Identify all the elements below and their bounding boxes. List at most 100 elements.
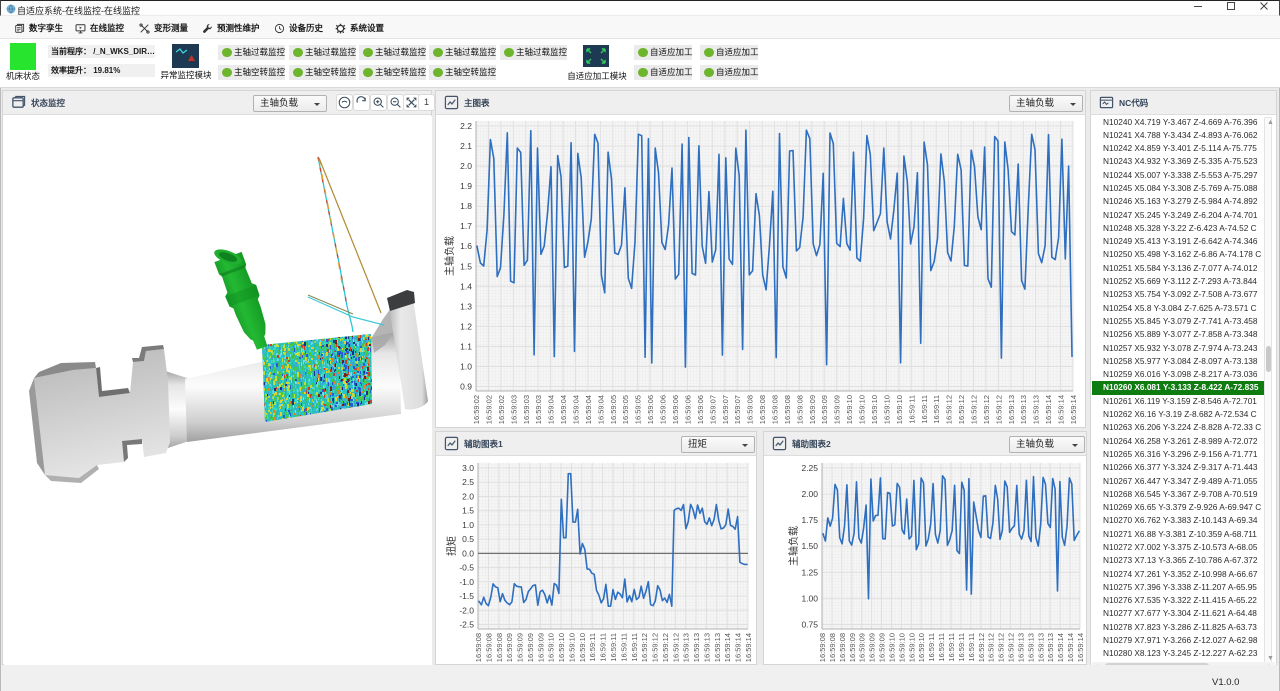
svg-text:2.0: 2.0 [460, 161, 472, 171]
svg-text:16:59:06: 16:59:06 [671, 395, 680, 424]
svg-text:16:59:12: 16:59:12 [651, 633, 660, 662]
svg-text:16:59:10: 16:59:10 [547, 633, 556, 662]
svg-text:16:59:04: 16:59:04 [572, 395, 581, 424]
svg-text:16:59:10: 16:59:10 [907, 633, 916, 662]
svg-text:16:59:14: 16:59:14 [1066, 633, 1075, 662]
svg-text:16:59:10: 16:59:10 [568, 633, 577, 662]
svg-text:16:59:06: 16:59:06 [696, 395, 705, 424]
svg-text:16:59:14: 16:59:14 [1076, 633, 1085, 662]
svg-text:16:59:13: 16:59:13 [1007, 395, 1016, 424]
svg-text:16:59:08: 16:59:08 [746, 395, 755, 424]
svg-text:16:59:13: 16:59:13 [692, 633, 701, 662]
svg-text:16:59:10: 16:59:10 [870, 395, 879, 424]
svg-text:1.5: 1.5 [462, 506, 474, 516]
svg-text:16:59:04: 16:59:04 [584, 395, 593, 424]
svg-text:16:59:09: 16:59:09 [833, 395, 842, 424]
svg-text:2.25: 2.25 [801, 463, 818, 473]
svg-text:0.5: 0.5 [462, 534, 474, 544]
svg-text:16:59:12: 16:59:12 [987, 633, 996, 662]
svg-text:16:59:06: 16:59:06 [659, 395, 668, 424]
svg-text:16:59:10: 16:59:10 [897, 633, 906, 662]
svg-text:1.7: 1.7 [460, 221, 472, 231]
svg-text:16:59:12: 16:59:12 [957, 395, 966, 424]
svg-text:16:59:13: 16:59:13 [1019, 395, 1028, 424]
svg-text:16:59:13: 16:59:13 [713, 633, 722, 662]
svg-text:16:59:10: 16:59:10 [845, 395, 854, 424]
svg-text:0.75: 0.75 [801, 620, 818, 630]
svg-text:16:59:12: 16:59:12 [945, 395, 954, 424]
svg-text:1.4: 1.4 [460, 281, 472, 291]
svg-text:16:59:08: 16:59:08 [783, 395, 792, 424]
svg-text:16:59:11: 16:59:11 [609, 633, 618, 662]
svg-text:16:59:05: 16:59:05 [634, 395, 643, 424]
svg-text:16:59:09: 16:59:09 [526, 633, 535, 662]
svg-text:16:59:13: 16:59:13 [1036, 633, 1045, 662]
svg-text:16:59:05: 16:59:05 [621, 395, 630, 424]
svg-text:16:59:08: 16:59:08 [474, 633, 483, 662]
svg-text:16:59:10: 16:59:10 [858, 395, 867, 424]
svg-text:16:59:10: 16:59:10 [917, 633, 926, 662]
svg-text:-1.0: -1.0 [459, 577, 474, 587]
svg-text:16:59:08: 16:59:08 [838, 633, 847, 662]
svg-text:16:59:11: 16:59:11 [619, 633, 628, 662]
svg-text:16:59:12: 16:59:12 [994, 395, 1003, 424]
svg-text:16:59:04: 16:59:04 [596, 395, 605, 424]
svg-text:16:59:06: 16:59:06 [646, 395, 655, 424]
svg-text:16:59:07: 16:59:07 [708, 395, 717, 424]
svg-text:16:59:08: 16:59:08 [484, 633, 493, 662]
svg-text:16:59:10: 16:59:10 [882, 395, 891, 424]
svg-text:1.75: 1.75 [801, 515, 818, 525]
svg-text:2.00: 2.00 [801, 489, 818, 499]
svg-text:16:59:13: 16:59:13 [1017, 633, 1026, 662]
svg-text:-0.5: -0.5 [459, 563, 474, 573]
svg-text:16:59:09: 16:59:09 [808, 395, 817, 424]
svg-text:16:59:09: 16:59:09 [536, 633, 545, 662]
svg-text:16:59:11: 16:59:11 [932, 395, 941, 424]
svg-text:16:59:11: 16:59:11 [937, 633, 946, 662]
svg-text:1.1: 1.1 [460, 341, 472, 351]
svg-text:16:59:08: 16:59:08 [495, 633, 504, 662]
svg-text:16:59:09: 16:59:09 [868, 633, 877, 662]
svg-text:16:59:12: 16:59:12 [982, 395, 991, 424]
svg-text:16:59:12: 16:59:12 [970, 395, 979, 424]
svg-text:16:59:03: 16:59:03 [522, 395, 531, 424]
svg-text:16:59:14: 16:59:14 [1044, 395, 1053, 424]
svg-text:16:59:12: 16:59:12 [1007, 633, 1016, 662]
svg-text:1.00: 1.00 [801, 593, 818, 603]
svg-text:16:59:14: 16:59:14 [1057, 395, 1066, 424]
svg-text:16:59:13: 16:59:13 [1032, 395, 1041, 424]
svg-text:16:59:11: 16:59:11 [630, 633, 639, 662]
svg-text:1.9: 1.9 [460, 181, 472, 191]
svg-text:16:59:14: 16:59:14 [744, 633, 753, 662]
svg-text:16:59:11: 16:59:11 [927, 633, 936, 662]
svg-text:1.6: 1.6 [460, 241, 472, 251]
svg-text:16:59:14: 16:59:14 [1056, 633, 1065, 662]
svg-text:1.2: 1.2 [460, 321, 472, 331]
svg-text:16:59:04: 16:59:04 [547, 395, 556, 424]
svg-text:1.50: 1.50 [801, 541, 818, 551]
svg-text:16:59:09: 16:59:09 [858, 633, 867, 662]
svg-text:16:59:09: 16:59:09 [878, 633, 887, 662]
svg-text:16:59:13: 16:59:13 [1026, 633, 1035, 662]
svg-text:16:59:02: 16:59:02 [472, 395, 481, 424]
svg-text:16:59:14: 16:59:14 [723, 633, 732, 662]
svg-text:16:59:13: 16:59:13 [682, 633, 691, 662]
svg-text:1.3: 1.3 [460, 301, 472, 311]
svg-text:-2.5: -2.5 [459, 620, 474, 630]
svg-text:16:59:11: 16:59:11 [920, 395, 929, 424]
svg-text:16:59:08: 16:59:08 [771, 395, 780, 424]
svg-text:2.0: 2.0 [462, 492, 474, 502]
svg-text:16:59:14: 16:59:14 [734, 633, 743, 662]
svg-text:16:59:10: 16:59:10 [895, 395, 904, 424]
svg-text:-1.5: -1.5 [459, 591, 474, 601]
svg-text:16:59:08: 16:59:08 [818, 633, 827, 662]
svg-text:2.5: 2.5 [462, 477, 474, 487]
svg-text:1.0: 1.0 [460, 362, 472, 372]
svg-text:16:59:08: 16:59:08 [795, 395, 804, 424]
svg-text:16:59:11: 16:59:11 [957, 633, 966, 662]
svg-text:1.8: 1.8 [460, 201, 472, 211]
svg-text:16:59:12: 16:59:12 [640, 633, 649, 662]
svg-text:1.25: 1.25 [801, 567, 818, 577]
svg-text:16:59:09: 16:59:09 [848, 633, 857, 662]
svg-text:16:59:02: 16:59:02 [484, 395, 493, 424]
